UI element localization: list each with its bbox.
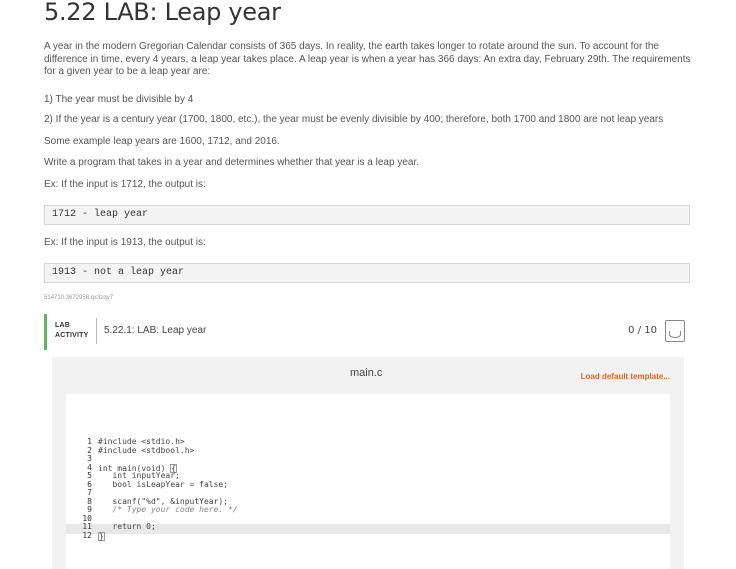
code-line[interactable]: return 0; [98,522,238,532]
code-line[interactable]: /* Type your code here. */ [98,505,238,515]
code-comment: /* Type your code here. */ [98,505,238,514]
line-number: 12 [82,530,92,540]
requirement-1: 1) The year must be divisible by 4 [44,94,194,105]
header-divider [96,318,97,344]
lab-activity-badge: LAB ACTIVITY [55,321,89,341]
code-editor[interactable]: 1 2 3 4 5 6 7 8 9 10 11 12 #include <std… [66,394,670,569]
badge-line-lab: LAB [55,322,70,329]
example-2-label: Ex: If the input is 1913, the output is: [44,237,206,248]
file-tab-main-c[interactable]: main.c [350,367,382,379]
code-line[interactable] [98,455,238,464]
close-brace-match: } [98,531,105,541]
example-output-2: 1913 - not a leap year [44,263,690,283]
load-default-template-link[interactable]: Load default template... [581,372,670,381]
page-title: 5.22 LAB: Leap year [44,0,281,26]
example-years-text: Some example leap years are 1600, 1712, … [44,136,280,147]
score-badge-icon [665,320,685,342]
code-line[interactable]: bool isLeapYear = false; [98,480,238,490]
activity-id: 514710.3672958.qx3zqy7 [44,295,114,301]
score-text: 0 / 10 [628,325,657,336]
lab-activity-header: LAB ACTIVITY 5.22.1: LAB: Leap year 0 / … [44,314,691,350]
example-1-label: Ex: If the input is 1712, the output is: [44,179,206,190]
editor-panel: main.c Load default template... 1 2 3 4 … [52,357,684,569]
code-line[interactable]: } [98,531,238,541]
line-number-gutter: 1 2 3 4 5 6 7 8 9 10 11 12 [66,437,92,540]
instructions-text: Write a program that takes in a year and… [44,157,420,168]
code-line[interactable]: #include <stdbool.h> [98,446,238,456]
lab-title: 5.22.1: LAB: Leap year [104,325,207,336]
example-output-1: 1712 - leap year [44,205,690,225]
badge-line-activity: ACTIVITY [55,332,89,339]
code-lines[interactable]: #include <stdio.h> #include <stdbool.h> … [98,437,238,541]
requirement-2: 2) If the year is a century year (1700, … [44,114,664,125]
intro-paragraph: A year in the modern Gregorian Calendar … [44,41,691,77]
